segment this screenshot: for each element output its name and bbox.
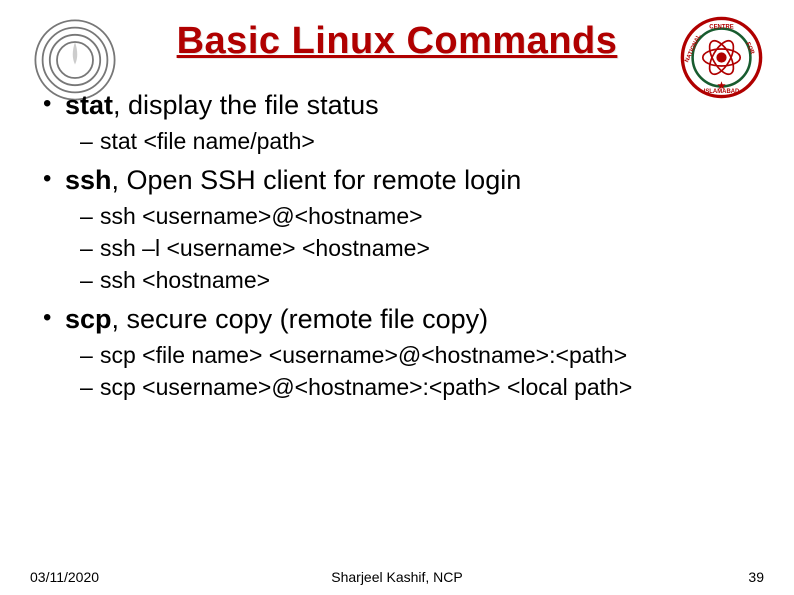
bullet-item: stat, display the file status bbox=[65, 88, 764, 123]
command-desc: , secure copy (remote file copy) bbox=[112, 304, 489, 334]
bullet-item: ssh, Open SSH client for remote login bbox=[65, 163, 764, 198]
bullet-group: scp, secure copy (remote file copy) scp … bbox=[35, 302, 764, 403]
slide-header: ⋯ Basic Linux Commands CENTRE NATIONAL F… bbox=[30, 20, 764, 63]
footer-author: Sharjeel Kashif, NCP bbox=[331, 569, 463, 585]
slide-footer: 03/11/2020 Sharjeel Kashif, NCP 39 bbox=[30, 569, 764, 585]
sub-bullet-item: scp <username>@<hostname>:<path> <local … bbox=[100, 373, 764, 403]
bullet-group: ssh, Open SSH client for remote login ss… bbox=[35, 163, 764, 296]
command-name: ssh bbox=[65, 165, 112, 195]
bullet-item: scp, secure copy (remote file copy) bbox=[65, 302, 764, 337]
command-desc: , Open SSH client for remote login bbox=[112, 165, 522, 195]
sub-bullet-item: stat <file name/path> bbox=[100, 127, 764, 157]
command-name: scp bbox=[65, 304, 112, 334]
slide-content: stat, display the file status stat <file… bbox=[30, 88, 764, 403]
command-name: stat bbox=[65, 90, 113, 120]
sub-bullet-item: scp <file name> <username>@<hostname>:<p… bbox=[100, 341, 764, 371]
svg-text:CENTRE: CENTRE bbox=[709, 25, 733, 31]
slide-title: Basic Linux Commands bbox=[177, 20, 618, 63]
bullet-group: stat, display the file status stat <file… bbox=[35, 88, 764, 157]
slide-container: ⋯ Basic Linux Commands CENTRE NATIONAL F… bbox=[0, 0, 794, 595]
command-desc: , display the file status bbox=[113, 90, 379, 120]
sub-bullet-item: ssh <hostname> bbox=[100, 266, 764, 296]
footer-page-number: 39 bbox=[748, 569, 764, 585]
footer-date: 03/11/2020 bbox=[30, 569, 99, 585]
sub-bullet-item: ssh <username>@<hostname> bbox=[100, 202, 764, 232]
sub-bullet-item: ssh –l <username> <hostname> bbox=[100, 234, 764, 264]
